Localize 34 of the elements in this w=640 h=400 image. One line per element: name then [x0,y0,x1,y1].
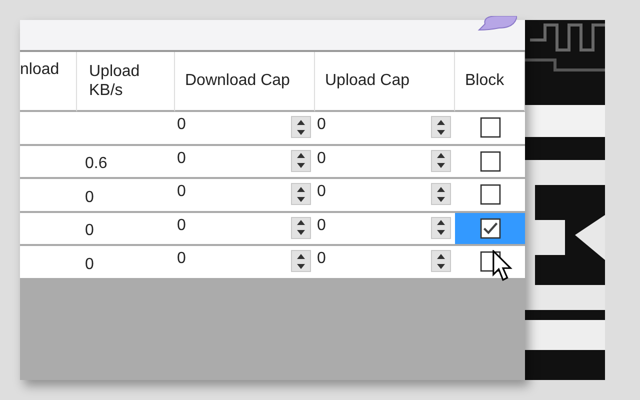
spin-buttons[interactable] [291,150,311,172]
chat-bubble-icon [477,16,517,32]
spin-buttons[interactable] [291,183,311,205]
spin-field[interactable]: 0 [177,116,186,134]
spin-buttons[interactable] [431,216,451,238]
spin-field[interactable]: 0 [177,183,186,201]
table-cell: 0.6 [77,146,175,179]
spin-field[interactable]: 0 [317,183,326,201]
spin-buttons[interactable] [291,250,311,272]
column-header[interactable]: Upload Cap [315,52,455,112]
checkbox[interactable] [480,117,500,138]
checkbox[interactable] [480,218,500,239]
table-cell: 0 [77,246,175,280]
spin-field[interactable]: 0 [317,150,326,168]
table-cell: 0 [77,212,175,246]
spin-field[interactable]: 0 [317,116,326,134]
spin-field[interactable]: 0 [317,216,326,234]
column-header[interactable]: nload [20,52,77,112]
spin-buttons[interactable] [291,216,311,238]
spin-field[interactable]: 0 [177,216,186,234]
spin-field[interactable]: 0 [177,150,186,168]
checkbox[interactable] [480,150,500,172]
table-cell: 0 [77,179,175,212]
spin-field[interactable]: 0 [177,250,186,268]
spin-buttons[interactable] [431,116,451,138]
spin-field[interactable]: 0 [317,250,326,268]
table-cell[interactable] [455,212,525,246]
spin-buttons[interactable] [291,116,311,138]
column-header[interactable]: Download Cap [175,52,315,112]
column-header[interactable]: Upload KB/s [77,52,175,112]
spin-buttons[interactable] [431,250,451,272]
spin-buttons[interactable] [431,150,451,172]
checkbox[interactable] [480,184,500,206]
spin-buttons[interactable] [431,183,451,205]
